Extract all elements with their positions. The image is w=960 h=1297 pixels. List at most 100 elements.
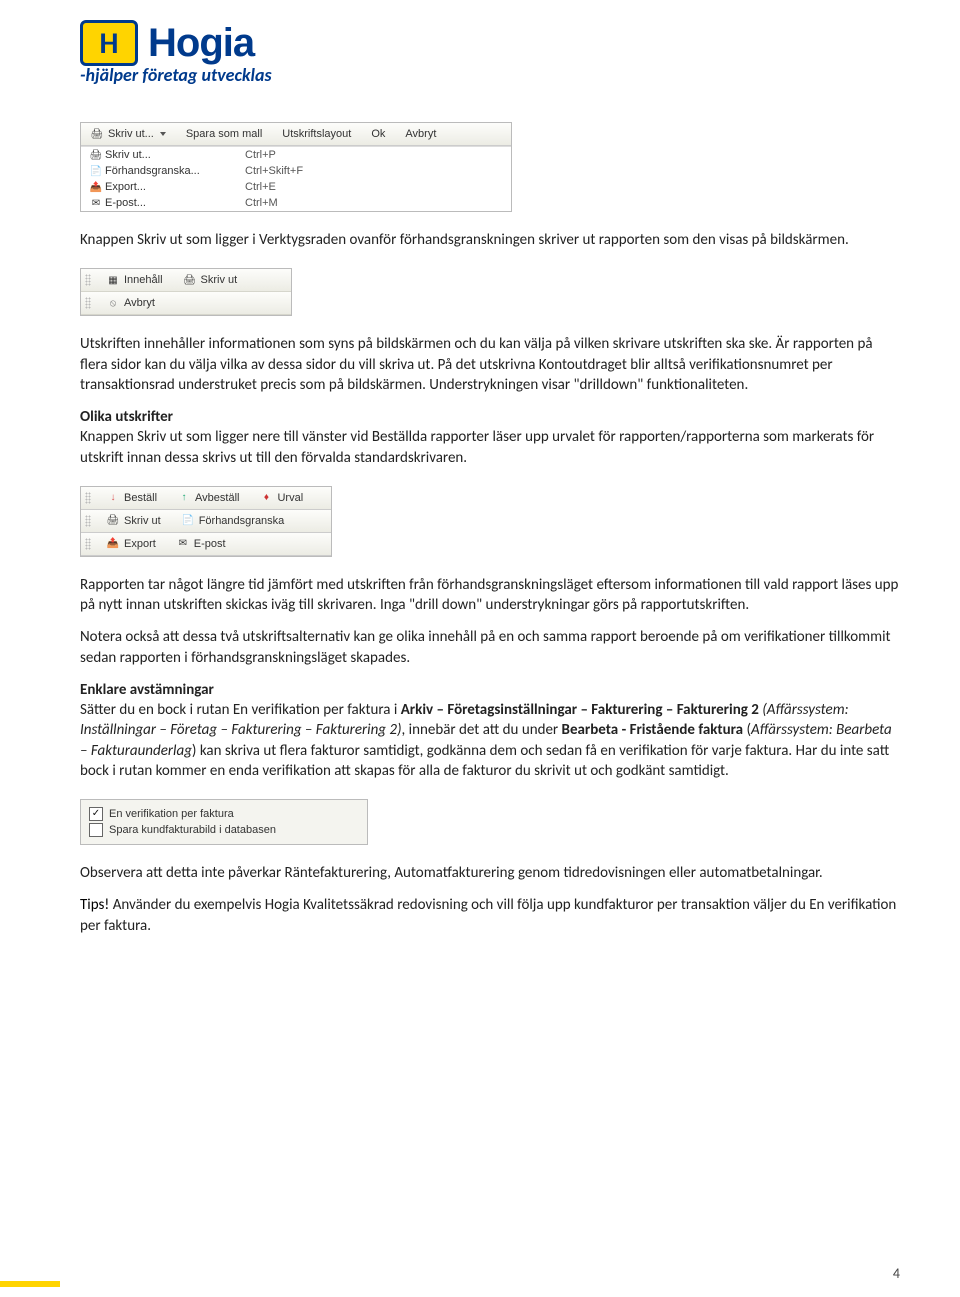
menu-item-skriv-ut[interactable]: Skriv ut... Ctrl+P (81, 147, 511, 163)
body-text: Använder du exempelvis Hogia Kvalitetssä… (80, 896, 896, 934)
menu-label: Förhandsgranska... (105, 165, 245, 177)
urval-button[interactable]: Urval (254, 489, 308, 507)
funnel-icon (259, 491, 273, 505)
printer-icon (183, 273, 197, 287)
toolbar-label: Spara som mall (186, 128, 262, 140)
bestall-button[interactable]: Beställ (101, 489, 162, 507)
stop-icon (106, 296, 120, 310)
menu-item-export[interactable]: Export... Ctrl+E (81, 179, 511, 195)
grip-icon (85, 515, 91, 527)
body-text: ) kan skriva ut flera fakturor samtidigt… (80, 742, 889, 780)
body-text: Knappen Skriv ut som ligger nere till vä… (80, 428, 874, 466)
screenshot-toolbar-dropdown: Skriv ut... Spara som mall Utskriftslayo… (80, 122, 512, 212)
utskriftslayout-button[interactable]: Utskriftslayout (277, 126, 356, 142)
mail-icon (176, 537, 190, 551)
avbestall-button[interactable]: Avbeställ (172, 489, 244, 507)
paragraph: Notera också att dessa två utskriftsalte… (80, 627, 900, 668)
paragraph: Rapporten tar något längre tid jämfört m… (80, 575, 900, 616)
toolbar-row: Skriv ut Förhandsgranska (81, 510, 331, 533)
toolbar-row: Export E-post (81, 533, 331, 556)
paragraph: Enklare avstämningar Sätter du en bock i… (80, 680, 900, 781)
mail-icon (87, 196, 105, 210)
chevron-down-icon (160, 132, 166, 136)
menu-shortcut: Ctrl+P (245, 149, 276, 161)
toolbar-label: Utskriftslayout (282, 128, 351, 140)
toolbar-label: Skriv ut (124, 515, 161, 527)
menu-label: E-post... (105, 197, 245, 209)
menu-shortcut: Ctrl+M (245, 197, 278, 209)
body-text-bold: Bearbeta - Fristående faktura (562, 721, 744, 739)
forhandsgranska-button[interactable]: Förhandsgranska (176, 512, 290, 530)
document-icon (181, 514, 195, 528)
menu-item-epost[interactable]: E-post... Ctrl+M (81, 195, 511, 211)
skriv-ut-button[interactable]: Skriv ut (178, 271, 243, 289)
heading: Enklare avstämningar (80, 681, 214, 699)
dropdown-menu: Skriv ut... Ctrl+P Förhandsgranska... Ct… (81, 146, 511, 211)
logo-slogan: -hjälper företag utvecklas (80, 64, 900, 86)
grip-icon (85, 297, 91, 309)
skriv-ut-button[interactable]: Skriv ut (101, 512, 166, 530)
screenshot-mini-toolbar: Innehåll Skriv ut Avbryt (80, 268, 292, 316)
toolbar-label: Beställ (124, 492, 157, 504)
logo-text: Hogia (148, 21, 254, 66)
toolbar-label: Skriv ut (201, 274, 238, 286)
avbryt-button[interactable]: Avbryt (101, 294, 160, 312)
menu-shortcut: Ctrl+E (245, 181, 276, 193)
page-number: 4 (893, 1265, 900, 1282)
export-icon (87, 180, 105, 194)
body-text: , innebär det att du under (402, 721, 562, 739)
toolbar-row: Innehåll Skriv ut (81, 269, 291, 292)
ok-button[interactable]: Ok (366, 126, 390, 142)
avbryt-button[interactable]: Avbryt (400, 126, 441, 142)
document-icon (87, 164, 105, 178)
body-text: ( (743, 721, 751, 739)
toolbar-label: Avbryt (124, 297, 155, 309)
printer-icon (90, 127, 104, 141)
menu-item-forhandsgranska[interactable]: Förhandsgranska... Ctrl+Skift+F (81, 163, 511, 179)
logo-mark: H (80, 20, 138, 66)
toolbar-label: Avbeställ (195, 492, 239, 504)
grip-icon (85, 492, 91, 504)
toolbar-label: Export (124, 538, 156, 550)
grip-icon (85, 538, 91, 550)
checkbox-row[interactable]: Spara kundfakturabild i databasen (89, 822, 359, 838)
arrow-down-icon (106, 491, 120, 505)
grip-icon (85, 274, 91, 286)
innehall-button[interactable]: Innehåll (101, 271, 168, 289)
toolbar-label: E-post (194, 538, 226, 550)
body-text-bold: Arkiv – Företagsinställningar – Fakturer… (401, 701, 759, 719)
toolbar-row: Beställ Avbeställ Urval (81, 487, 331, 510)
heading: Olika utskrifter (80, 408, 173, 426)
toolbar-label: Skriv ut... (108, 128, 154, 140)
menu-label: Skriv ut... (105, 149, 245, 161)
checkbox-unchecked-icon (89, 823, 103, 837)
epost-button[interactable]: E-post (171, 535, 231, 553)
logo-block: H Hogia -hjälper företag utvecklas (80, 20, 900, 86)
paragraph: Observera att detta inte påverkar Räntef… (80, 863, 900, 883)
toolbar-row: Avbryt (81, 292, 291, 315)
paragraph: Utskriften innehåller informationen som … (80, 334, 900, 395)
spara-mall-button[interactable]: Spara som mall (181, 126, 267, 142)
checkbox-label: Spara kundfakturabild i databasen (109, 824, 276, 836)
toolbar-label: Förhandsgranska (199, 515, 285, 527)
toolbar-row: Skriv ut... Spara som mall Utskriftslayo… (81, 123, 511, 146)
export-icon (106, 537, 120, 551)
accent-bar (0, 1281, 60, 1287)
checkbox-row[interactable]: ✓ En verifikation per faktura (89, 806, 359, 822)
checkbox-checked-icon: ✓ (89, 807, 103, 821)
export-button[interactable]: Export (101, 535, 161, 553)
printer-icon (106, 514, 120, 528)
paragraph: Olika utskrifter Knappen Skriv ut som li… (80, 407, 900, 468)
arrow-up-icon (177, 491, 191, 505)
menu-shortcut: Ctrl+Skift+F (245, 165, 303, 177)
paragraph: Knappen Skriv ut som ligger i Verktygsra… (80, 230, 900, 250)
menu-label: Export... (105, 181, 245, 193)
toolbar-label: Innehåll (124, 274, 163, 286)
tips-label: Tips! (80, 896, 109, 914)
document-page: H Hogia -hjälper företag utvecklas Skriv… (0, 0, 960, 1297)
screenshot-checkbox-panel: ✓ En verifikation per faktura Spara kund… (80, 799, 368, 845)
printer-icon (87, 148, 105, 162)
grid-icon (106, 273, 120, 287)
skriv-ut-button[interactable]: Skriv ut... (85, 125, 171, 143)
toolbar-label: Ok (371, 128, 385, 140)
